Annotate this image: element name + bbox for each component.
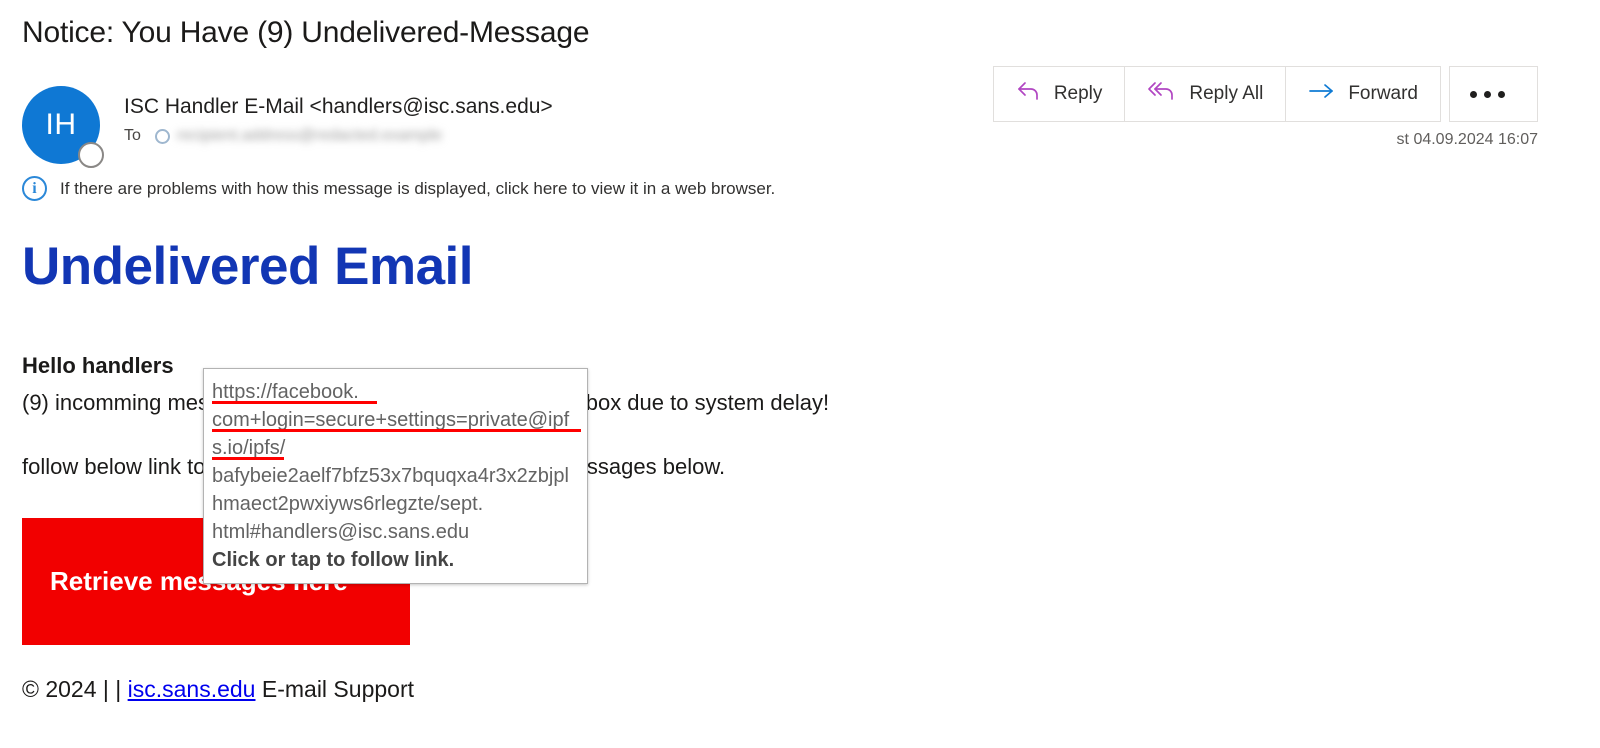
tooltip-url-line-3: s.io/ipfs/: [204, 434, 587, 462]
footer: © 2024 | | isc.sans.edu E-mail Support: [22, 676, 414, 703]
to-label: To: [124, 127, 141, 144]
tooltip-url-line-4: bafybeie2aelf7bfz53x7bquqxa4r3x2zbjpl: [212, 465, 569, 487]
recipient-address-redacted[interactable]: recipient.address@redacted.example: [177, 127, 442, 145]
footer-prefix: © 2024 | |: [22, 676, 128, 702]
web-view-info-bar[interactable]: i If there are problems with how this me…: [22, 176, 775, 201]
tooltip-url-line-2: com+login=secure+settings=private@ipf: [204, 406, 587, 434]
more-options-button[interactable]: [1449, 66, 1538, 122]
recipient-row: To recipient.address@redacted.example: [124, 127, 553, 145]
forward-button[interactable]: Forward: [1285, 66, 1441, 122]
message-action-toolbar: Reply Reply All Forward: [992, 66, 1538, 122]
sender-name[interactable]: ISC Handler E-Mail <handlers@isc.sans.ed…: [124, 92, 553, 122]
tooltip-hint: Click or tap to follow link.: [212, 549, 455, 571]
reply-arrow-icon: [1016, 80, 1042, 108]
link-preview-tooltip: https://facebook. com+login=secure+setti…: [203, 368, 588, 584]
tooltip-url-line-1: https://facebook.: [204, 378, 587, 406]
presence-badge-icon: [78, 142, 104, 168]
tooltip-url-line-5: hmaect2pwxiyws6rlegzte/sept.: [212, 493, 484, 515]
avatar[interactable]: IH: [22, 86, 104, 168]
ellipsis-icon: [1470, 90, 1505, 98]
forward-button-label: Forward: [1348, 83, 1418, 104]
recipient-presence-icon: [154, 128, 170, 144]
footer-suffix: E-mail Support: [255, 676, 414, 702]
message-timestamp: st 04.09.2024 16:07: [1396, 131, 1538, 148]
page-title: Notice: You Have (9) Undelivered-Message: [22, 16, 590, 49]
reply-all-arrow-icon: [1147, 80, 1177, 108]
reply-all-button-label: Reply All: [1189, 83, 1264, 104]
web-view-info-text: If there are problems with how this mess…: [60, 178, 776, 198]
reply-all-button[interactable]: Reply All: [1124, 66, 1287, 122]
forward-arrow-icon: [1308, 82, 1336, 106]
body-heading: Undelivered Email: [22, 237, 474, 296]
reply-button-label: Reply: [1053, 83, 1103, 104]
info-icon: i: [22, 176, 47, 201]
tooltip-url-line-6: html#handlers@isc.sans.edu: [212, 521, 470, 543]
sender-block: IH ISC Handler E-Mail <handlers@isc.sans…: [22, 86, 553, 168]
reply-button[interactable]: Reply: [992, 66, 1126, 122]
sender-details: ISC Handler E-Mail <handlers@isc.sans.ed…: [124, 86, 553, 145]
footer-link-isc-sans-edu[interactable]: isc.sans.edu: [128, 676, 256, 702]
